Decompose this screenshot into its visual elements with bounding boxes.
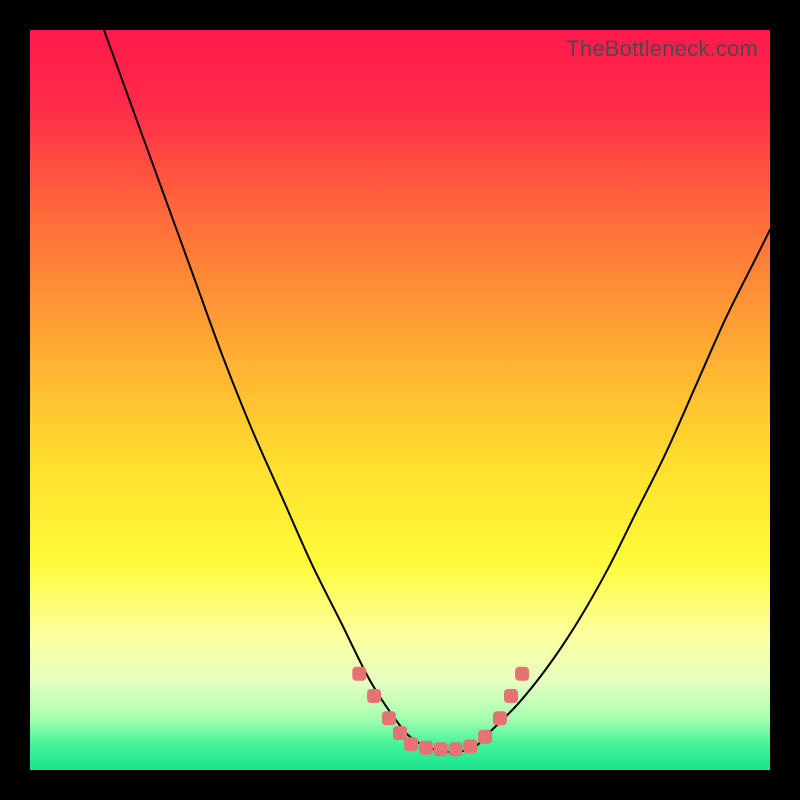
curve-marker bbox=[478, 730, 492, 744]
curve-marker bbox=[504, 689, 518, 703]
curve-marker bbox=[404, 737, 418, 751]
marker-layer bbox=[30, 30, 770, 770]
curve-marker bbox=[434, 742, 448, 756]
chart-frame: TheBottleneck.com bbox=[0, 0, 800, 800]
curve-marker bbox=[448, 742, 462, 756]
curve-marker bbox=[367, 689, 381, 703]
plot-area: TheBottleneck.com bbox=[30, 30, 770, 770]
curve-marker bbox=[393, 726, 407, 740]
curve-marker bbox=[515, 667, 529, 681]
curve-marker bbox=[493, 711, 507, 725]
curve-marker bbox=[352, 667, 366, 681]
curve-marker bbox=[419, 741, 433, 755]
watermark-text: TheBottleneck.com bbox=[566, 36, 758, 62]
curve-marker bbox=[463, 739, 477, 753]
curve-marker bbox=[382, 711, 396, 725]
